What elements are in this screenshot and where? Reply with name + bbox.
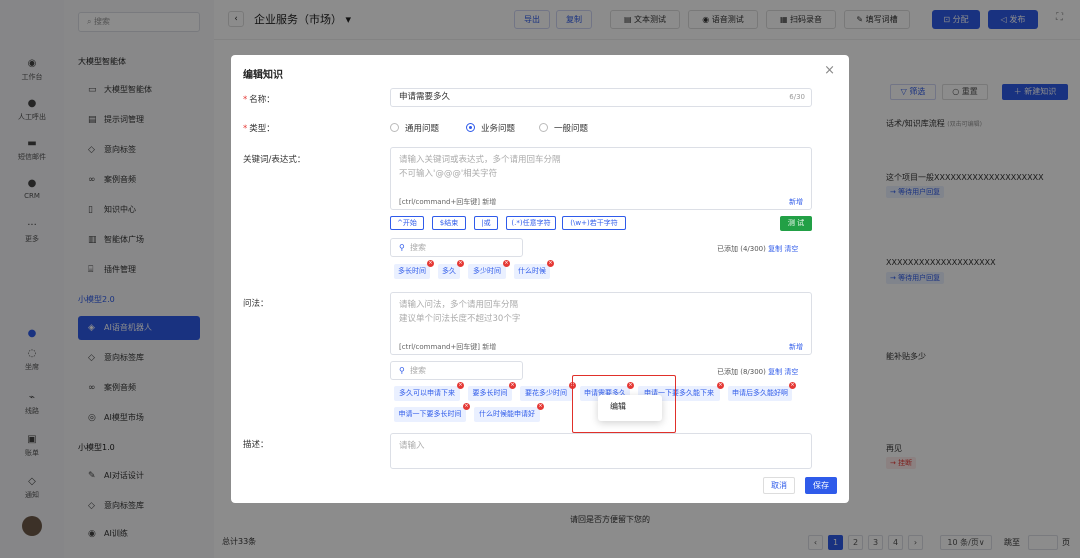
edit-knowledge-dialog: 编辑知识 × * 名称： 申请需要多久 6/30 * 类型： 通用问题 业务问题 一…: [231, 55, 849, 503]
question-textarea[interactable]: 请输入问法，多个请用回车分隔 建议单个问法长度不超过30个字 [ctrl/com…: [390, 292, 812, 355]
remove-icon[interactable]: ×: [717, 382, 724, 389]
regex-word-button[interactable]: (\w+)若干字符: [562, 216, 626, 230]
keyword-tag[interactable]: 多久 ×: [438, 260, 464, 279]
keyword-tag[interactable]: 什么时候 ×: [514, 260, 554, 279]
question-add-link[interactable]: 新增: [789, 342, 803, 352]
search-icon: ⚲: [399, 243, 405, 252]
remove-icon[interactable]: ×: [509, 382, 516, 389]
question-tag[interactable]: 什么时候能申请好 ×: [474, 403, 544, 422]
type-radio-general[interactable]: 通用问题: [390, 122, 439, 134]
remove-icon[interactable]: ×: [789, 382, 796, 389]
close-icon[interactable]: ×: [824, 63, 835, 78]
keyword-tag[interactable]: 多长时间 ×: [394, 260, 434, 279]
keyword-textarea[interactable]: 请输入关键词或表达式，多个请用回车分隔 不可输入'@@@'相关字符 [ctrl/…: [390, 147, 812, 210]
question-tag[interactable]: 要花多少时间 ×: [520, 382, 576, 401]
dialog-title: 编辑知识: [243, 70, 283, 81]
question-search-input[interactable]: ⚲ 搜索: [390, 361, 523, 380]
question-tag[interactable]: 申请一下要多长时间 ×: [394, 403, 470, 422]
keyword-hint: [ctrl/command+回车键] 新增: [399, 198, 497, 206]
description-textarea[interactable]: 请输入: [390, 433, 812, 469]
test-button[interactable]: 测 试: [780, 216, 812, 231]
context-menu-edit[interactable]: 编辑: [598, 395, 662, 421]
radio-icon: [390, 123, 399, 132]
regex-any-button[interactable]: (.*)任意字符: [506, 216, 556, 230]
name-input[interactable]: 申请需要多久 6/30: [390, 88, 812, 107]
search-icon: ⚲: [399, 366, 405, 375]
question-tag[interactable]: 要多长时间 ×: [468, 382, 516, 401]
radio-checked-icon: [466, 123, 475, 132]
cancel-button[interactable]: 取消: [763, 477, 795, 494]
save-button[interactable]: 保存: [805, 477, 837, 494]
remove-icon[interactable]: ×: [503, 260, 510, 267]
remove-icon[interactable]: ×: [457, 260, 464, 267]
question-label: 问法：: [243, 299, 269, 309]
remove-icon[interactable]: ×: [427, 260, 434, 267]
question-added-count: 已添加 (8/300) 复制 清空: [717, 368, 799, 376]
type-radio-business[interactable]: 业务问题: [466, 122, 515, 134]
radio-icon: [539, 123, 548, 132]
question-tag[interactable]: 申请后多久能好啊 ×: [728, 382, 796, 401]
name-char-count: 6/30: [789, 93, 805, 101]
keyword-tag[interactable]: 多少时间 ×: [468, 260, 510, 279]
name-label: * 名称：: [243, 95, 275, 105]
remove-icon[interactable]: ×: [457, 382, 464, 389]
regex-or-button[interactable]: |或: [474, 216, 498, 230]
type-label: * 类型：: [243, 124, 275, 134]
keyword-add-link[interactable]: 新增: [789, 197, 803, 207]
regex-end-button[interactable]: $结束: [432, 216, 466, 230]
keyword-added-count: 已添加 (4/300) 复制 清空: [717, 245, 799, 253]
type-radio-normal[interactable]: 一般问题: [539, 122, 588, 134]
remove-icon[interactable]: ×: [537, 403, 544, 410]
question-hint: [ctrl/command+回车键] 新增: [399, 343, 497, 351]
regex-start-button[interactable]: ^开始: [390, 216, 424, 230]
keyword-search-input[interactable]: ⚲ 搜索: [390, 238, 523, 257]
question-tag[interactable]: 多久可以申请下来 ×: [394, 382, 464, 401]
description-label: 描述：: [243, 440, 269, 450]
remove-icon[interactable]: ×: [547, 260, 554, 267]
keyword-label: 关键词/表达式：: [243, 155, 306, 165]
remove-icon[interactable]: ×: [463, 403, 470, 410]
